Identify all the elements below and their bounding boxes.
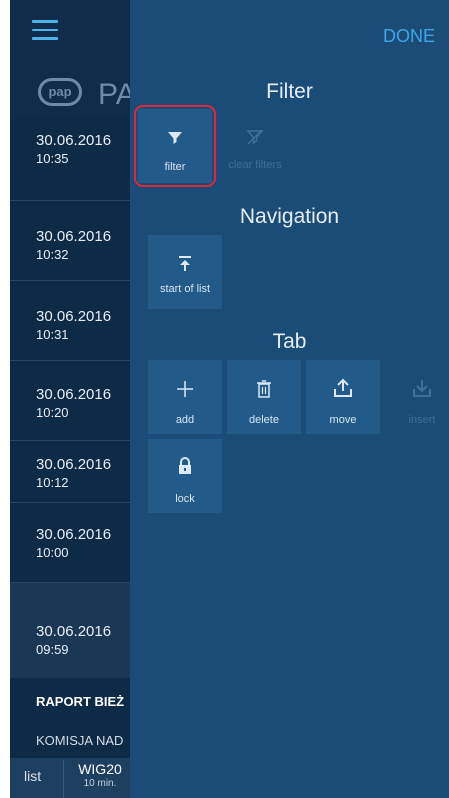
item-time: 10:31: [36, 327, 69, 342]
insert-label: insert: [408, 414, 436, 426]
arrow-to-top-icon: [148, 255, 222, 276]
share-upload-icon: [306, 378, 380, 401]
hamburger-menu-icon[interactable]: [32, 20, 58, 42]
pap-logo: pap: [38, 78, 82, 106]
add-button[interactable]: add: [148, 360, 222, 434]
list-item[interactable]: 30.06.2016 10:31: [10, 280, 140, 361]
tab-wig20-title: WIG20: [78, 761, 122, 777]
tab-divider: [63, 760, 64, 798]
start-of-list-button[interactable]: start of list: [148, 235, 222, 309]
filter-funnel-icon: [138, 129, 212, 150]
clear-filters-button[interactable]: clear filters: [218, 109, 292, 183]
delete-label: delete: [249, 414, 279, 426]
clear-filter-icon: [218, 127, 292, 150]
item-time: 10:35: [36, 151, 69, 166]
plus-icon: [148, 380, 222, 401]
news-headline[interactable]: RAPORT BIEŻ: [36, 694, 124, 709]
lock-label: lock: [175, 493, 195, 505]
item-date: 30.06.2016: [36, 526, 112, 543]
item-date: 30.06.2016: [36, 308, 112, 325]
insert-button[interactable]: insert: [385, 360, 449, 434]
filter-button[interactable]: filter: [138, 109, 212, 183]
tab-list[interactable]: list: [24, 768, 41, 784]
list-item[interactable]: 30.06.2016 10:00: [10, 502, 140, 583]
done-button[interactable]: DONE: [383, 26, 435, 47]
filter-label: filter: [164, 161, 186, 173]
lock-icon: [148, 457, 222, 478]
move-button[interactable]: move: [306, 360, 380, 434]
item-time: 09:59: [36, 642, 69, 657]
item-date: 30.06.2016: [36, 456, 112, 473]
item-date: 30.06.2016: [36, 623, 112, 640]
list-item[interactable]: 30.06.2016 10:32: [10, 200, 140, 281]
app-window: pap PA 30.06.2016 10:35 30.06.2016 10:32…: [10, 0, 449, 798]
trash-icon: [227, 380, 301, 401]
add-label: add: [175, 414, 195, 426]
download-tray-icon: [385, 378, 449, 401]
item-time: 10:32: [36, 247, 69, 262]
item-date: 30.06.2016: [36, 228, 112, 245]
clear-filters-label: clear filters: [228, 159, 282, 171]
tab-wig20-subtitle: 10 min.: [83, 778, 117, 789]
section-title-filter: Filter: [266, 80, 313, 103]
tab-wig20[interactable]: WIG20 10 min.: [70, 761, 130, 789]
delete-button[interactable]: delete: [227, 360, 301, 434]
item-time: 10:12: [36, 475, 69, 490]
list-item[interactable]: 30.06.2016 10:12: [10, 440, 140, 503]
item-time: 10:00: [36, 545, 69, 560]
section-title-navigation: Navigation: [239, 205, 340, 228]
list-item[interactable]: 30.06.2016 10:20: [10, 360, 140, 441]
section-title-tab: Tab: [272, 330, 307, 353]
move-label: move: [329, 414, 357, 426]
list-item[interactable]: 30.06.2016 09:59: [10, 583, 140, 678]
list-item[interactable]: 30.06.2016 10:35: [10, 118, 140, 201]
item-date: 30.06.2016: [36, 132, 112, 149]
news-headline[interactable]: KOMISJA NAD: [36, 733, 123, 748]
edit-panel: DONE Filter filter clear filters Navigat…: [130, 0, 449, 798]
item-time: 10:20: [36, 405, 69, 420]
item-date: 30.06.2016: [36, 386, 112, 403]
lock-button[interactable]: lock: [148, 439, 222, 513]
start-of-list-label: start of list: [159, 283, 211, 295]
